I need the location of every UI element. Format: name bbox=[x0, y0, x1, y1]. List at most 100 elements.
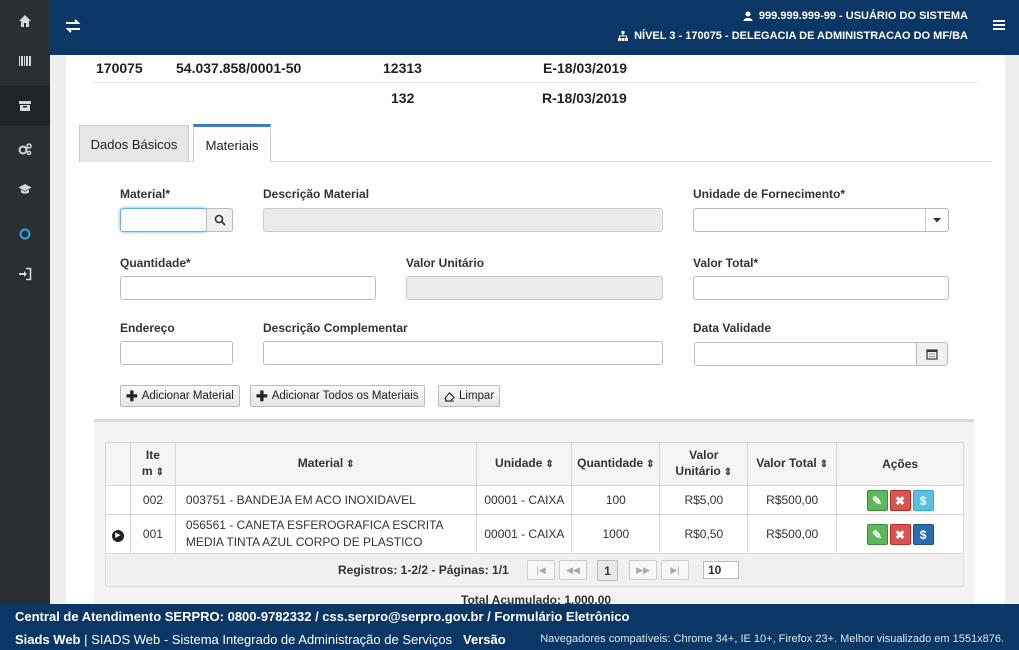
material-label: Material* bbox=[120, 187, 171, 201]
cell-unidade: 00001 - CAIXA bbox=[476, 514, 573, 554]
price-button[interactable]: $ bbox=[912, 523, 934, 545]
data-validade-input[interactable] bbox=[694, 342, 918, 366]
quantidade-input[interactable] bbox=[120, 276, 376, 300]
sidebar-barcode[interactable] bbox=[0, 41, 50, 81]
material-input[interactable] bbox=[120, 208, 207, 232]
col-acoes: Ações bbox=[836, 442, 964, 486]
prev-page-button[interactable]: ◀◀ bbox=[559, 560, 587, 580]
col-expand bbox=[105, 442, 131, 486]
valor-total-input[interactable] bbox=[693, 276, 949, 300]
desc-compl-label: Descrição Complementar bbox=[263, 321, 408, 335]
summary-number-2: 132 bbox=[391, 90, 415, 106]
next-page-button[interactable]: ▶▶ bbox=[629, 560, 657, 580]
summary-date-2: R-18/03/2019 bbox=[542, 90, 627, 106]
sort-icon: ⇕ bbox=[155, 467, 164, 478]
sidebar-status[interactable] bbox=[0, 214, 50, 254]
col-valor-unit[interactable]: Valor Unitário ⇕ bbox=[659, 442, 749, 486]
sidebar-archive[interactable] bbox=[0, 86, 50, 126]
endereco-label: Endereço bbox=[120, 321, 175, 335]
sidebar-home[interactable] bbox=[0, 1, 50, 41]
endereco-input[interactable] bbox=[120, 341, 233, 365]
footer: Central de Atendimento SERPRO: 0800-9782… bbox=[0, 604, 1019, 650]
data-validade-label: Data Validade bbox=[693, 321, 772, 335]
col-quantidade[interactable]: Quantidade ⇕ bbox=[571, 442, 661, 486]
materials-table: Ite m ⇕ Material ⇕ Unidade ⇕ Quantidade ⇕ Val… bbox=[105, 442, 964, 554]
valor-unit-field bbox=[406, 276, 663, 300]
add-material-label: Adicionar Material bbox=[141, 390, 234, 402]
footer-app-desc: SIADS Web - Sistema Integrado de Adminis… bbox=[91, 632, 453, 647]
add-all-materials-button[interactable]: ✚ Adicionar Todos os Materiais bbox=[250, 385, 425, 407]
sort-icon: ⇕ bbox=[723, 467, 733, 478]
price-button[interactable]: $ bbox=[912, 489, 934, 511]
edit-button[interactable]: ✎ bbox=[866, 523, 888, 545]
summary-cnpj: 54.037.858/0001-50 bbox=[176, 60, 302, 76]
col-item[interactable]: Ite m ⇕ bbox=[129, 442, 176, 486]
cell-item: 002 bbox=[129, 485, 176, 515]
row-expand-cell bbox=[105, 485, 131, 515]
page-size-select[interactable]: 10 bbox=[703, 561, 739, 579]
delete-button[interactable]: ✖ bbox=[889, 489, 911, 511]
cell-material: 056561 - CANETA ESFEROGRAFICA ESCRITA MED… bbox=[174, 514, 478, 554]
total-accumulated: Total Acumulado: 1.000,00 bbox=[461, 593, 612, 604]
first-page-button[interactable]: |◀ bbox=[527, 560, 555, 580]
col-valor-unit-label-1: Valor bbox=[689, 448, 719, 462]
sitemap-icon bbox=[618, 31, 629, 41]
quantidade-label: Quantidade* bbox=[120, 256, 191, 270]
col-unidade-label: Unidade bbox=[495, 456, 543, 470]
cell-material-line-2: MEDIA TINTA AZUL CORPO DE PLASTICO bbox=[185, 535, 423, 549]
row-expand-cell[interactable]: ▶ bbox=[105, 514, 131, 554]
col-quantidade-label: Quantidade bbox=[577, 456, 644, 470]
cell-unidade: 00001 - CAIXA bbox=[476, 485, 573, 515]
home-icon bbox=[19, 15, 31, 27]
swap-icon[interactable] bbox=[64, 17, 82, 35]
circle-icon bbox=[19, 228, 31, 240]
material-search-button[interactable] bbox=[206, 208, 233, 232]
add-all-label: Adicionar Todos os Materiais bbox=[271, 390, 419, 402]
desc-compl-input[interactable] bbox=[263, 341, 663, 365]
cell-quantidade: 1000 bbox=[571, 514, 661, 554]
delete-button[interactable]: ✖ bbox=[889, 523, 911, 545]
add-material-button[interactable]: ✚ Adicionar Material bbox=[120, 385, 240, 407]
tab-dados-basicos[interactable]: Dados Básicos bbox=[79, 125, 189, 162]
page-size-value: 10 bbox=[708, 563, 722, 577]
play-circle-icon: ▶ bbox=[111, 530, 124, 542]
cell-material: 003751 - BANDEJA EM ACO INOXIDAVEL bbox=[174, 485, 478, 515]
summary-number: 12313 bbox=[383, 60, 422, 76]
current-page-button[interactable]: 1 bbox=[597, 560, 618, 581]
tab-materiais[interactable]: Materiais bbox=[193, 124, 271, 163]
sign-in-icon bbox=[19, 267, 32, 281]
footer-browsers: Navegadores compatíveis: Chrome 34+, IE … bbox=[540, 633, 1004, 645]
footer-version-link[interactable]: Versão bbox=[463, 632, 506, 647]
archive-icon bbox=[19, 101, 31, 111]
col-material[interactable]: Material ⇕ bbox=[174, 442, 478, 486]
materials-table-container: Ite m ⇕ Material ⇕ Unidade ⇕ Quantidade ⇕ Val… bbox=[94, 419, 974, 604]
sidebar-settings[interactable] bbox=[0, 129, 50, 169]
sort-icon: ⇕ bbox=[545, 459, 554, 470]
plus-icon: ✚ bbox=[126, 387, 138, 404]
plus-icon: ✚ bbox=[256, 387, 268, 404]
cell-valor-total: R$500,00 bbox=[747, 514, 838, 554]
col-valor-unit-label-2: Unitário bbox=[675, 464, 721, 478]
col-item-label-2: m bbox=[141, 464, 153, 478]
user-icon bbox=[743, 11, 753, 21]
edit-button[interactable]: ✎ bbox=[866, 489, 888, 511]
cell-acoes: ✎ ✖ $ bbox=[836, 514, 964, 554]
graduation-icon bbox=[18, 184, 32, 194]
sidebar-login[interactable] bbox=[0, 254, 50, 294]
last-page-button[interactable]: ▶| bbox=[661, 560, 689, 580]
clear-button[interactable]: Limpar bbox=[438, 385, 501, 407]
sidebar-training[interactable] bbox=[0, 169, 50, 209]
footer-app-name: Siads Web bbox=[15, 632, 81, 647]
unidade-select[interactable] bbox=[693, 208, 949, 232]
unidade-dropdown-button[interactable] bbox=[925, 208, 949, 232]
sort-icon: ⇕ bbox=[819, 459, 829, 470]
cell-material-line-1: 056561 - CANETA ESFEROGRAFICA ESCRITA bbox=[185, 518, 444, 532]
col-acoes-label: Ações bbox=[882, 457, 919, 471]
col-unidade[interactable]: Unidade ⇕ bbox=[476, 442, 573, 486]
col-valor-total[interactable]: Valor Total ⇕ bbox=[747, 442, 838, 486]
cell-valor-unit: R$0,50 bbox=[659, 514, 749, 554]
calendar-button[interactable] bbox=[916, 342, 948, 366]
hamburger-icon[interactable] bbox=[993, 19, 1005, 31]
footer-contact: Central de Atendimento SERPRO: 0800-9782… bbox=[15, 609, 630, 624]
cell-valor-unit: R$5,00 bbox=[659, 485, 749, 515]
